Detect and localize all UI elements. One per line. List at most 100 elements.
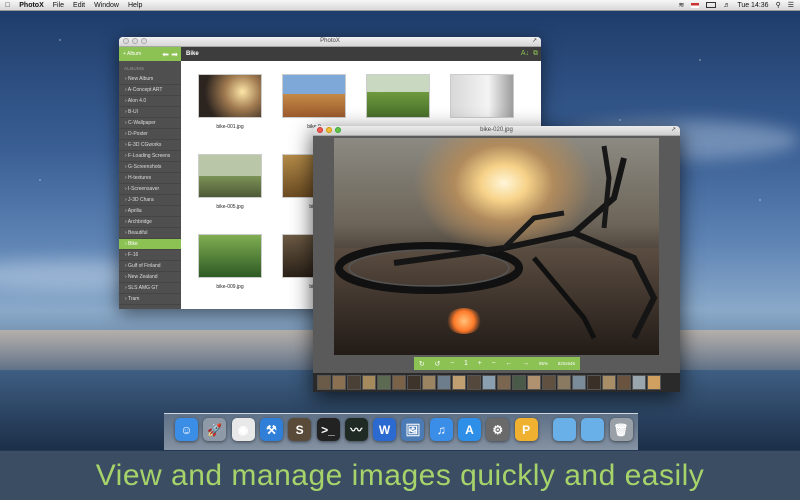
menu-file[interactable]: File <box>53 2 64 9</box>
filmstrip-thumbnail[interactable] <box>602 375 616 390</box>
plus-icon[interactable]: + <box>478 360 482 367</box>
next-icon[interactable]: → <box>522 360 529 367</box>
library-titlebar[interactable]: PhotoX ↗ <box>119 37 541 47</box>
filmstrip-thumbnail[interactable] <box>392 375 406 390</box>
xcode-icon[interactable]: ⚒ <box>259 418 283 441</box>
list-icon[interactable]: ☰ <box>788 1 794 9</box>
thumbnail-image[interactable] <box>450 74 514 118</box>
view-options-icon[interactable]: ⧉ <box>533 50 538 58</box>
filmstrip-thumbnail[interactable] <box>632 375 646 390</box>
thumbnail-item[interactable] <box>447 74 517 124</box>
minus-icon[interactable]: − <box>450 360 454 367</box>
filmstrip-thumbnail[interactable] <box>647 375 661 390</box>
one-to-one-icon[interactable]: 1 <box>464 360 468 367</box>
sidebar-album-item[interactable]: › Tram <box>119 294 181 305</box>
zoom-button[interactable] <box>141 38 147 44</box>
thumbnail-image[interactable] <box>366 74 430 118</box>
sidebar-album-item[interactable]: › New Album <box>119 74 181 85</box>
sort-icon[interactable]: A↓ <box>521 50 529 57</box>
fullscreen-icon[interactable]: ↗ <box>671 126 676 135</box>
filmstrip-thumbnail[interactable] <box>617 375 631 390</box>
filmstrip-thumbnail[interactable] <box>347 375 361 390</box>
thumbnail-image[interactable] <box>198 74 262 118</box>
sublime-icon[interactable]: S <box>288 418 312 441</box>
sidebar-album-item[interactable]: › Alon 4.0 <box>119 96 181 107</box>
preview-icon[interactable]: 🖼 <box>401 418 425 441</box>
sidebar-album-item[interactable]: › Bike <box>119 239 181 250</box>
filmstrip-thumbnail[interactable] <box>362 375 376 390</box>
filmstrip-thumbnail[interactable] <box>512 375 526 390</box>
photox-icon[interactable]: P <box>514 418 538 441</box>
menu-clock[interactable]: Tue 14:36 <box>737 2 768 9</box>
filmstrip-thumbnail[interactable] <box>467 375 481 390</box>
back-arrow-icon[interactable]: ⬅ <box>162 47 169 62</box>
sidebar-album-item[interactable]: › F-16 <box>119 250 181 261</box>
finder-icon[interactable]: ☺ <box>175 418 198 441</box>
itunes-icon[interactable]: ♫ <box>429 418 453 441</box>
trash-icon[interactable]: 🗑 <box>609 418 633 441</box>
sidebar-album-item[interactable]: › E-3D CGworks <box>119 140 181 151</box>
sidebar-album-item[interactable]: › C-Wallpaper <box>119 118 181 129</box>
viewer-titlebar[interactable]: bike-020.jpg ↗ <box>313 126 680 136</box>
folder-icon[interactable] <box>581 418 605 441</box>
chrome-icon[interactable]: ◉ <box>231 418 255 441</box>
menu-app-name[interactable]: PhotoX <box>19 2 44 9</box>
forward-arrow-icon[interactable]: ➡ <box>171 47 178 62</box>
sidebar-album-item[interactable]: › G-Screenshots <box>119 162 181 173</box>
sidebar-album-item[interactable]: › A-Concept ART <box>119 85 181 96</box>
rotate-left-icon[interactable]: ↻ <box>419 360 425 368</box>
sidebar-album-item[interactable]: › Gulf of Finland <box>119 261 181 272</box>
sidebar-album-item[interactable]: › I-Screensaver <box>119 184 181 195</box>
fullscreen-icon[interactable]: ↗ <box>532 37 537 46</box>
sidebar-album-item[interactable]: › New Zealand <box>119 272 181 283</box>
filmstrip-thumbnail[interactable] <box>437 375 451 390</box>
search-icon[interactable]: ⚲ <box>776 1 781 9</box>
filmstrip-thumbnail[interactable] <box>332 375 346 390</box>
thumbnail-image[interactable] <box>198 234 262 278</box>
thumbnail-item[interactable]: bike-001.jpg <box>195 74 265 130</box>
word-icon[interactable]: W <box>373 418 397 441</box>
main-image[interactable] <box>334 138 659 355</box>
wifi-icon[interactable]: ≋ <box>678 1 684 9</box>
thumbnail-item[interactable] <box>363 74 433 124</box>
sidebar-album-item[interactable]: › J-3D Chara <box>119 195 181 206</box>
minus-icon[interactable]: − <box>492 360 496 367</box>
folder-icon[interactable] <box>552 418 576 441</box>
filmstrip-thumbnail[interactable] <box>542 375 556 390</box>
sidebar-album-item[interactable]: › SLS AMG GT <box>119 283 181 294</box>
thumbnail-item[interactable]: bike-0 <box>279 74 349 130</box>
filmstrip-thumbnail[interactable] <box>497 375 511 390</box>
filmstrip-thumbnail[interactable] <box>482 375 496 390</box>
filmstrip-thumbnail[interactable] <box>377 375 391 390</box>
filmstrip-thumbnail[interactable] <box>587 375 601 390</box>
filmstrip-thumbnail[interactable] <box>407 375 421 390</box>
rotate-right-icon[interactable]: ↺ <box>435 360 441 368</box>
sidebar-album-item[interactable]: › D-Poster <box>119 129 181 140</box>
minimize-button[interactable] <box>326 127 332 133</box>
sidebar-album-item[interactable]: › H-textures <box>119 173 181 184</box>
sidebar-album-item[interactable]: › F-Loading Screens <box>119 151 181 162</box>
menu-window[interactable]: Window <box>94 2 119 9</box>
flag-icon[interactable] <box>691 2 700 8</box>
previous-icon[interactable]: ← <box>505 360 512 367</box>
apple-icon[interactable]:  <box>5 2 10 9</box>
filmstrip-thumbnail[interactable] <box>527 375 541 390</box>
zoom-button[interactable] <box>335 127 341 133</box>
close-button[interactable] <box>123 38 129 44</box>
thumbnail-image[interactable] <box>282 74 346 118</box>
filmstrip-thumbnail[interactable] <box>317 375 331 390</box>
thumbnail-item[interactable]: bike-005.jpg <box>195 154 265 210</box>
filmstrip-thumbnail[interactable] <box>422 375 436 390</box>
terminal-icon[interactable]: >_ <box>316 418 340 441</box>
sidebar-album-item[interactable]: › Beautiful <box>119 228 181 239</box>
filmstrip-thumbnail[interactable] <box>557 375 571 390</box>
app-store-icon[interactable]: A <box>458 418 481 441</box>
filmstrip-thumbnail[interactable] <box>572 375 586 390</box>
minimize-button[interactable] <box>132 38 138 44</box>
battery-icon[interactable] <box>706 2 717 8</box>
close-button[interactable] <box>317 127 323 133</box>
sidebar-album-item[interactable]: › Archbridge <box>119 217 181 228</box>
menu-help[interactable]: Help <box>128 2 142 9</box>
sidebar-album-item[interactable]: › B-UI <box>119 107 181 118</box>
sidebar-album-item[interactable]: › Aprilia <box>119 206 181 217</box>
